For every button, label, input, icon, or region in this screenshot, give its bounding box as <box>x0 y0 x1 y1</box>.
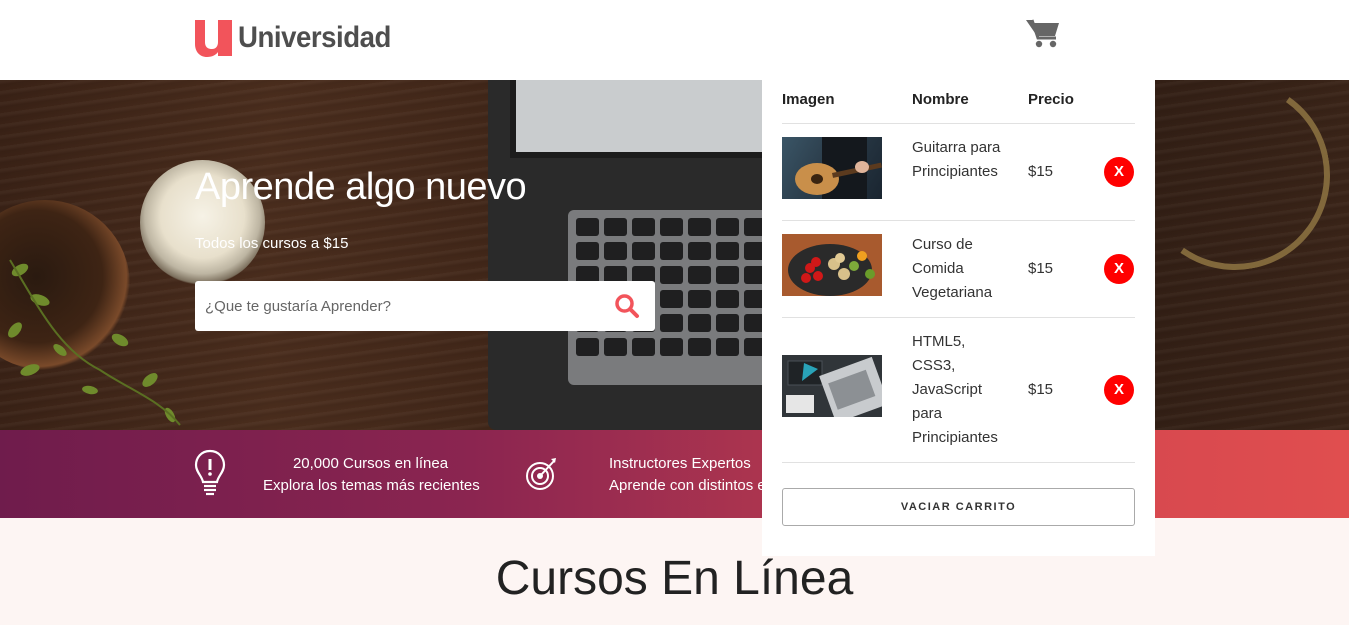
guitar-illustration <box>795 137 882 199</box>
food-illustration <box>782 234 882 296</box>
laptop-illustration <box>782 355 882 417</box>
laptop-screen <box>510 80 770 158</box>
lightbulb-icon <box>194 449 226 496</box>
web-dev-laptop-image <box>782 355 882 417</box>
search-icon <box>615 294 639 318</box>
cart-item-price: $15 <box>1028 163 1054 180</box>
cart-item-row: Curso de Comida Vegetariana $15 X <box>782 221 1135 318</box>
target-icon <box>526 458 556 490</box>
empty-cart-button[interactable]: VACIAR CARRITO <box>782 488 1135 526</box>
feature-description: Explora los temas más recientes <box>263 477 480 494</box>
shopping-cart-button[interactable] <box>1025 17 1061 49</box>
column-header-image: Imagen <box>782 91 835 108</box>
cart-item-row: HTML5, CSS3, JavaScript para Principiant… <box>782 318 1135 463</box>
feature-text: 20,000 Cursos en línea Explora los temas… <box>263 453 480 497</box>
logo-text: Universidad <box>238 21 391 54</box>
remove-item-button[interactable]: X <box>1104 157 1134 187</box>
vegetarian-food-image <box>782 234 882 296</box>
cart-item-row: Guitarra para Principiantes $15 X <box>782 124 1135 221</box>
remove-item-button[interactable]: X <box>1104 254 1134 284</box>
hero-subtitle: Todos los cursos a $15 <box>195 235 349 252</box>
cart-item-name: HTML5, CSS3, JavaScript para Principiant… <box>912 333 998 446</box>
cart-item-name: Curso de Comida Vegetariana <box>912 236 993 301</box>
cart-item-price: $15 <box>1028 260 1054 277</box>
feature-title: 20,000 Cursos en línea <box>292 455 449 472</box>
cart-dropdown: Imagen Nombre Precio Guitarra para Princ… <box>762 80 1155 556</box>
column-header-price: Precio <box>1028 91 1074 108</box>
cart-item-price: $15 <box>1028 381 1054 398</box>
logo[interactable]: Universidad <box>194 18 404 58</box>
search-form <box>195 281 655 331</box>
search-input[interactable] <box>205 281 605 331</box>
site-header: Universidad <box>0 0 1349 80</box>
feature-item: 20,000 Cursos en línea Explora los temas… <box>193 430 493 518</box>
feature-item: Instructores Expertos Aprende con distin… <box>525 430 800 518</box>
hero-title: Aprende algo nuevo <box>195 166 527 208</box>
guitar-course-image <box>782 137 882 199</box>
column-header-name: Nombre <box>912 91 969 108</box>
search-button[interactable] <box>614 293 640 319</box>
remove-item-button[interactable]: X <box>1104 375 1134 405</box>
cart-item-name: Guitarra para Principiantes <box>912 139 1001 180</box>
logo-u-icon <box>195 20 232 57</box>
cart-table-header: Imagen Nombre Precio <box>782 80 1135 124</box>
shopping-cart-icon <box>1026 19 1059 48</box>
section-title: Cursos En Línea <box>495 552 854 605</box>
